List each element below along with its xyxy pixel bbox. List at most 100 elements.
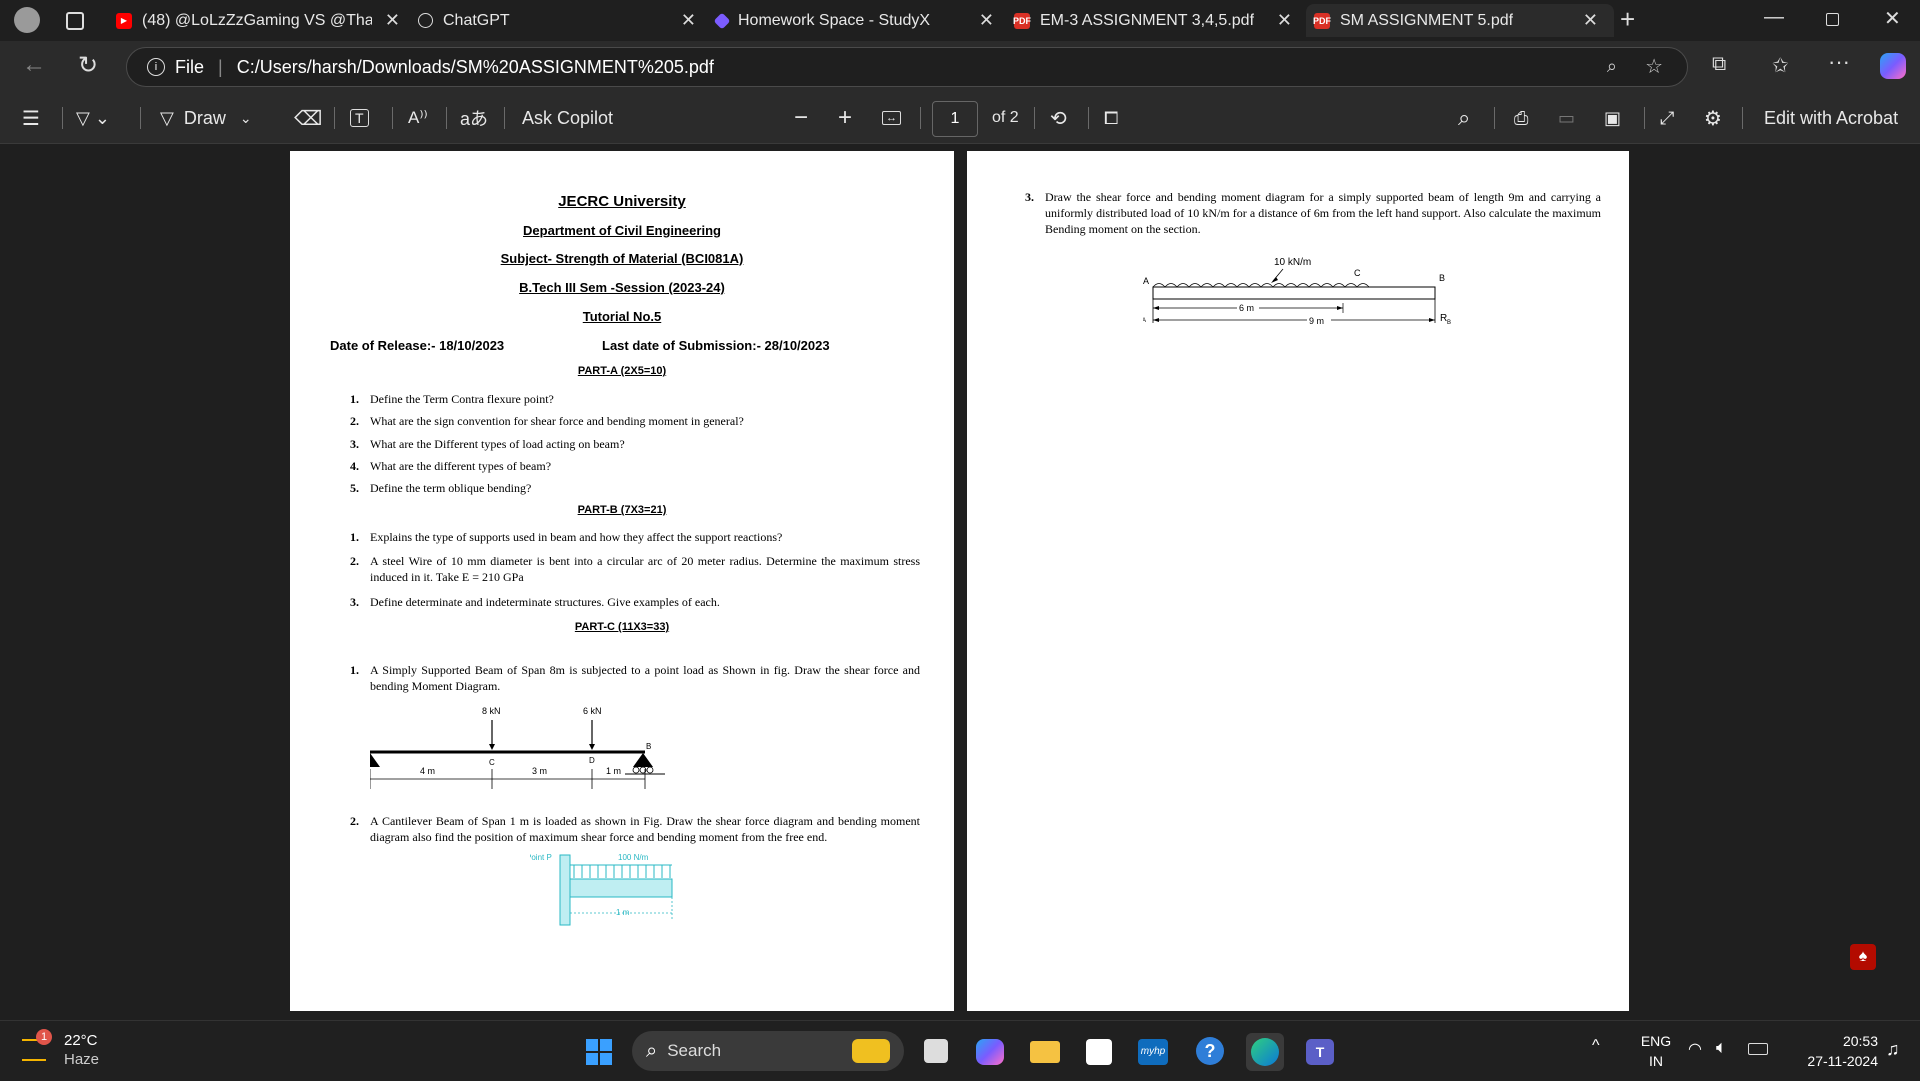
question-a2: 2. What are the sign convention for shear…: [350, 414, 744, 428]
store-icon[interactable]: [1086, 1039, 1112, 1065]
search-icon[interactable]: ⌕: [1458, 93, 1470, 143]
task-view-icon[interactable]: [924, 1039, 948, 1063]
taskbar: 1 22°C Haze ⌕ Search myhp ? T ^ ENG IN ◠…: [0, 1020, 1920, 1081]
wifi-icon[interactable]: ◠: [1688, 1039, 1702, 1059]
acrobat-icon[interactable]: ♠: [1850, 944, 1876, 970]
translate-icon[interactable]: aあ: [460, 93, 488, 143]
notification-bell-icon[interactable]: ♫: [1886, 1039, 1900, 1060]
restore-button[interactable]: [1826, 13, 1839, 26]
tab-chatgpt[interactable]: ChatGPT ✕: [418, 4, 704, 37]
part-c-heading: PART-C (11X3=33): [574, 621, 670, 633]
extensions-icon[interactable]: ⧉: [1712, 53, 1726, 76]
svg-text:10 kN/m: 10 kN/m: [1274, 257, 1311, 268]
profile-avatar[interactable]: [14, 7, 40, 33]
myhp-icon[interactable]: myhp: [1138, 1039, 1168, 1065]
chevron-down-icon: ⌄: [239, 109, 252, 126]
volume-icon[interactable]: 🔈︎: [1716, 1037, 1727, 1058]
start-button[interactable]: [586, 1039, 612, 1065]
submission-date: Last date of Submission:- 28/10/2023: [602, 338, 830, 353]
university-title: JECRC University: [558, 193, 686, 210]
tab-youtube[interactable]: ▶ (48) @LoLzZzGaming VS @Thako ✕: [116, 4, 406, 37]
edge-browser-icon[interactable]: [1246, 1033, 1284, 1071]
youtube-icon: ▶: [116, 12, 132, 29]
settings-gear-icon[interactable]: ⚙: [1704, 93, 1722, 143]
close-tab-icon[interactable]: ✕: [1583, 10, 1598, 31]
refresh-icon[interactable]: ↻: [78, 51, 98, 80]
pdf-page-2: 3. Draw the shear force and bending mome…: [967, 151, 1629, 1011]
weather-widget[interactable]: 1 22°C Haze: [22, 1029, 132, 1073]
battery-icon[interactable]: [1748, 1043, 1768, 1055]
pdf-page-1: JECRC University Department of Civil Eng…: [290, 151, 954, 1011]
save-as-icon[interactable]: ▣: [1604, 93, 1621, 143]
close-window-button[interactable]: ✕: [1884, 6, 1901, 31]
page-number-input[interactable]: 1: [932, 101, 978, 137]
temperature: 22°C: [64, 1032, 98, 1049]
zoom-in-button[interactable]: +: [838, 93, 852, 143]
svg-text:4 m: 4 m: [420, 766, 435, 776]
question-3: 3. Draw the shear force and bending mome…: [1025, 190, 1601, 236]
studyx-icon: [713, 12, 731, 29]
rotate-icon[interactable]: ⟲: [1050, 93, 1067, 143]
close-tab-icon[interactable]: ✕: [979, 10, 994, 31]
weather-condition: Haze: [64, 1051, 100, 1068]
question-a1: 1. Define the Term Contra flexure point?: [350, 392, 554, 406]
favorites-icon[interactable]: ✩: [1772, 53, 1789, 78]
workspaces-icon[interactable]: [66, 12, 84, 30]
copilot-icon[interactable]: [1880, 53, 1906, 79]
svg-text:A: A: [1143, 318, 1146, 324]
teams-icon[interactable]: T: [1306, 1039, 1334, 1065]
beam-figure-2: 10 kN/m A C B 6 m 9 m R A R B: [1143, 257, 1451, 326]
page-view-icon[interactable]: ⧠: [1104, 93, 1118, 143]
contents-icon[interactable]: ☰: [22, 93, 40, 143]
minimize-button[interactable]: —: [1764, 6, 1784, 29]
release-date: Date of Release:- 18/10/2023: [330, 338, 505, 353]
svg-text:B: B: [1447, 320, 1451, 326]
back-arrow-icon[interactable]: ←: [22, 51, 46, 79]
question-b2: 2. A steel Wire of 10 mm diameter is bent…: [350, 554, 920, 584]
taskbar-search[interactable]: ⌕ Search: [632, 1031, 904, 1071]
print-icon[interactable]: ⎙: [1514, 93, 1528, 143]
svg-text:8 kN: 8 kN: [482, 706, 501, 716]
highlight-icon[interactable]: ▽ ⌄: [76, 93, 110, 143]
edit-with-acrobat-button[interactable]: Edit with Acrobat: [1764, 93, 1898, 143]
show-hidden-icons[interactable]: ^: [1592, 1037, 1600, 1055]
ask-copilot-button[interactable]: Ask Copilot: [522, 93, 613, 143]
question-b3: 3. Define determinate and indeterminate s…: [350, 595, 720, 609]
close-tab-icon[interactable]: ✕: [1277, 10, 1292, 31]
pdf-viewer[interactable]: JECRC University Department of Civil Eng…: [0, 144, 1920, 1020]
tab-em3-pdf[interactable]: PDF EM-3 ASSIGNMENT 3,4,5.pdf ✕: [1013, 4, 1300, 37]
help-icon[interactable]: ?: [1196, 1037, 1224, 1065]
zoom-icon[interactable]: ⌕: [1607, 56, 1617, 77]
fullscreen-icon[interactable]: ⤢: [1660, 93, 1674, 143]
close-tab-icon[interactable]: ✕: [681, 10, 696, 31]
svg-text:C: C: [489, 758, 495, 767]
more-options-icon[interactable]: ···: [1828, 49, 1850, 75]
pdf-icon: PDF: [1313, 12, 1331, 29]
new-tab-button[interactable]: +: [1620, 4, 1635, 35]
text-box-icon[interactable]: T: [350, 93, 369, 143]
info-icon[interactable]: i: [147, 58, 165, 76]
draw-button[interactable]: ▽ Draw ⌄: [160, 93, 252, 143]
department-title: Department of Civil Engineering: [523, 223, 721, 238]
tab-sm-pdf[interactable]: PDF SM ASSIGNMENT 5.pdf ✕: [1306, 4, 1614, 37]
favorite-star-icon[interactable]: ☆: [1645, 54, 1663, 79]
svg-text:9 m: 9 m: [1309, 316, 1324, 326]
svg-text:1 m: 1 m: [616, 908, 630, 917]
address-bar[interactable]: i File | C:/Users/harsh/Downloads/SM%20A…: [126, 47, 1688, 87]
read-aloud-icon[interactable]: A⁾⁾: [408, 93, 428, 143]
close-tab-icon[interactable]: ✕: [385, 10, 400, 31]
svg-text:Point P: Point P: [530, 853, 552, 862]
clock[interactable]: 20:53 27-11-2024: [1780, 1031, 1878, 1071]
zoom-out-button[interactable]: −: [794, 93, 808, 143]
svg-text:B: B: [1439, 273, 1445, 283]
language-indicator[interactable]: ENG IN: [1636, 1031, 1676, 1071]
svg-text:D: D: [589, 756, 595, 765]
search-icon: ⌕: [646, 1039, 658, 1062]
question-a4: 4. What are the different types of beam?: [350, 459, 552, 473]
copilot-taskbar-icon[interactable]: [976, 1039, 1004, 1065]
save-icon[interactable]: ▭: [1558, 93, 1575, 143]
tab-studyx[interactable]: Homework Space - StudyX ✕: [713, 4, 1002, 37]
eraser-icon[interactable]: ⌫: [294, 93, 322, 143]
fit-page-icon[interactable]: ↔: [882, 93, 901, 143]
file-explorer-icon[interactable]: [1030, 1041, 1060, 1063]
